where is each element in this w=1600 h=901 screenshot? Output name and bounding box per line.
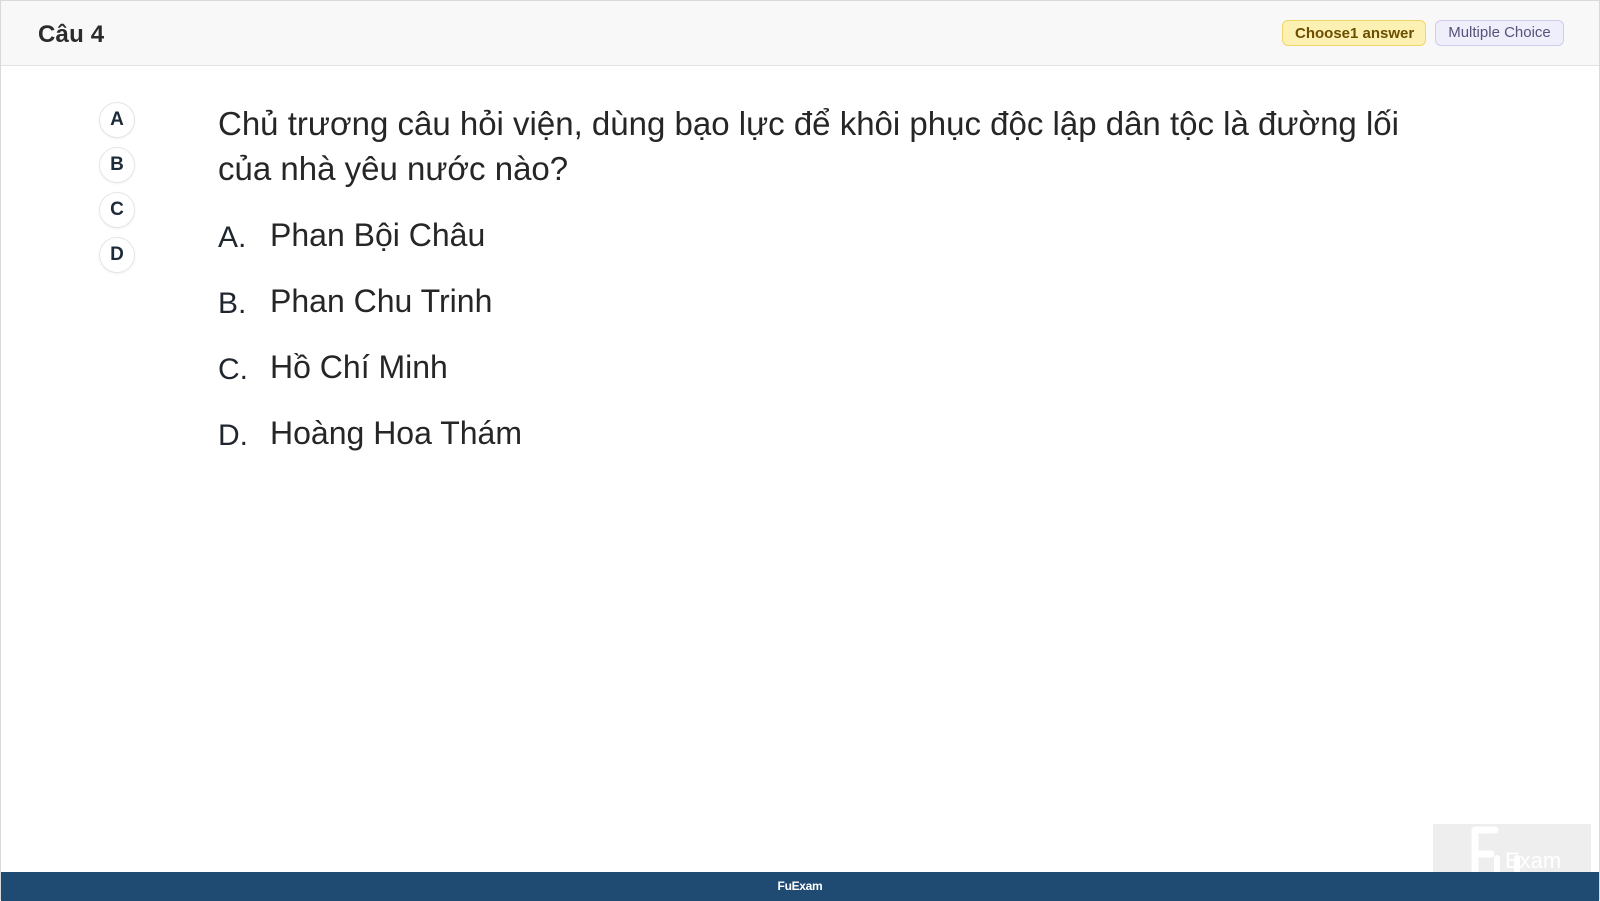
watermark-text: Exam (1505, 848, 1561, 873)
answer-letter: B. (218, 287, 247, 320)
quiz-window: Câu 4 Choose1 answer Multiple Choice A B… (0, 0, 1600, 901)
answer-letter: D. (218, 419, 248, 452)
answer-option-c[interactable]: C. Hồ Chí Minh (218, 345, 1118, 411)
answer-letter: A. (218, 221, 247, 254)
answer-option-d[interactable]: D. Hoàng Hoa Thám (218, 411, 1118, 477)
answer-option-b[interactable]: B. Phan Chu Trinh (218, 279, 1118, 345)
choose-answer-badge: Choose1 answer (1282, 20, 1426, 46)
answer-text: Hồ Chí Minh (270, 349, 448, 385)
select-option-c-button[interactable]: C (99, 192, 135, 228)
answer-option-a[interactable]: A. Phan Bội Châu (218, 213, 1118, 279)
select-option-b-button[interactable]: B (99, 147, 135, 183)
select-option-a-button[interactable]: A (99, 102, 135, 138)
question-text: Chủ trương câu hỏi viện, dùng bạo lực để… (218, 105, 1399, 187)
answer-letter: C. (218, 353, 248, 386)
answer-text: Phan Chu Trinh (270, 283, 493, 319)
question-header: Câu 4 Choose1 answer Multiple Choice (1, 1, 1599, 66)
footer-bar: FuExam (1, 872, 1599, 901)
answer-list: A. Phan Bội Châu B. Phan Chu Trinh C. Hồ… (218, 213, 1118, 477)
footer-brand-label: FuExam (777, 879, 823, 893)
answer-selector: A B C D (99, 102, 135, 282)
question-number-title: Câu 4 (38, 21, 105, 48)
question-type-badge: Multiple Choice (1435, 20, 1564, 46)
answer-text: Hoàng Hoa Thám (270, 415, 522, 451)
answer-text: Phan Bội Châu (270, 217, 486, 253)
select-option-d-button[interactable]: D (99, 237, 135, 273)
